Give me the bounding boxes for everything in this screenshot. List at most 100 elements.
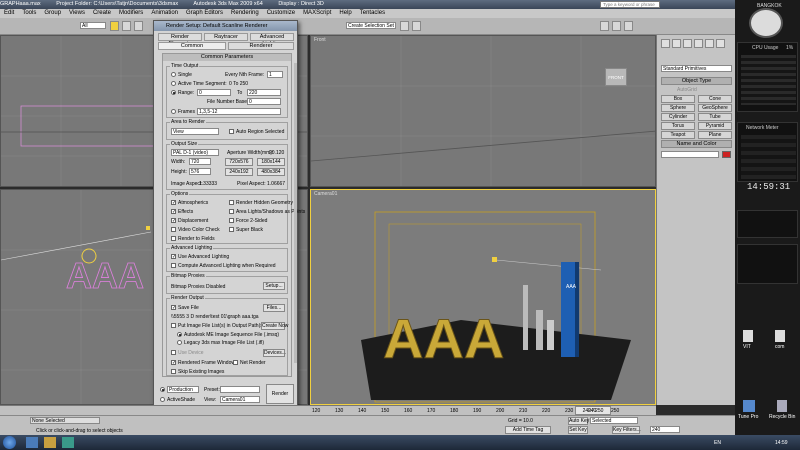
size-preset-480x384[interactable]: 480x384 bbox=[257, 168, 285, 176]
desktop-icon-com[interactable]: com bbox=[775, 344, 784, 350]
use-device-checkbox[interactable] bbox=[171, 350, 176, 355]
option-checkbox-effects[interactable]: ✓ bbox=[171, 209, 176, 215]
size-preset-180x144[interactable]: 180x144 bbox=[257, 158, 285, 166]
key-mode-dropdown[interactable]: Selected bbox=[590, 417, 638, 424]
option-checkbox-atmospherics[interactable]: ✓ bbox=[171, 200, 176, 206]
motion-tab-icon[interactable] bbox=[694, 39, 703, 48]
height-field[interactable]: 576 bbox=[189, 168, 211, 175]
menu-create[interactable]: Create bbox=[93, 10, 111, 16]
common-parameters-header[interactable]: Common Parameters bbox=[163, 54, 291, 61]
menu-group[interactable]: Group bbox=[44, 10, 61, 16]
desktop-icon-recycle-bin[interactable]: Recycle Bin bbox=[769, 414, 795, 420]
rendered-frame-window-checkbox[interactable]: ✓ bbox=[171, 360, 176, 366]
utilities-tab-icon[interactable] bbox=[716, 39, 725, 48]
view-cube[interactable]: FRONT bbox=[605, 68, 627, 86]
timeline[interactable]: 240 / 250 120 130 140 150 160 170 180 190 200 210… bbox=[0, 405, 656, 415]
display-tab-icon[interactable] bbox=[705, 39, 714, 48]
primitive-pyramid-button[interactable]: Pyramid bbox=[698, 122, 732, 130]
primitive-teapot-button[interactable]: Teapot bbox=[661, 131, 695, 139]
option-checkbox-render-hidden-geometry[interactable] bbox=[229, 200, 234, 205]
search-input[interactable]: Type a keyword or phrase bbox=[600, 1, 660, 8]
language-indicator[interactable]: EN bbox=[714, 440, 721, 446]
menu-rendering[interactable]: Rendering bbox=[231, 10, 259, 16]
desktop-icon-tune-pro[interactable]: Tune Pro bbox=[738, 414, 758, 420]
name-and-color-rollout[interactable]: Name and Color bbox=[661, 140, 732, 148]
menu-tentacles[interactable]: Tentacles bbox=[360, 10, 385, 16]
size-preset-240x192[interactable]: 240x192 bbox=[225, 168, 253, 176]
production-radio[interactable] bbox=[160, 387, 165, 392]
view-dropdown[interactable]: Camera01 bbox=[220, 396, 260, 403]
add-time-tag-button[interactable]: Add Time Tag bbox=[505, 426, 551, 434]
single-radio[interactable] bbox=[171, 72, 176, 77]
primitive-box-button[interactable]: Box bbox=[661, 95, 695, 103]
select-by-name-tool[interactable] bbox=[122, 21, 131, 31]
tab-render-elements[interactable]: Render Elements bbox=[158, 33, 202, 47]
tune-pro-icon[interactable] bbox=[743, 400, 755, 412]
viewport-camera[interactable]: Camera01 AAA AAA bbox=[310, 189, 656, 405]
menu-help[interactable]: Help bbox=[339, 10, 351, 16]
select-object-tool[interactable] bbox=[110, 21, 119, 31]
tab-advanced-lighting[interactable]: Advanced Lighting bbox=[250, 33, 294, 47]
menu-tools[interactable]: Tools bbox=[22, 10, 36, 16]
primitive-torus-button[interactable]: Torus bbox=[661, 122, 695, 130]
menu-customize[interactable]: Customize bbox=[267, 10, 295, 16]
primitive-sphere-button[interactable]: Sphere bbox=[661, 104, 695, 112]
skip-existing-checkbox[interactable] bbox=[171, 369, 176, 374]
taskbar-folder-icon[interactable] bbox=[44, 437, 56, 448]
files-button[interactable]: Files... bbox=[263, 304, 285, 312]
option-checkbox-area-lights-shadows-as-points[interactable] bbox=[229, 209, 234, 214]
current-frame-field[interactable]: 240 bbox=[650, 426, 680, 433]
object-color-swatch[interactable] bbox=[722, 151, 731, 158]
primitive-type-dropdown[interactable]: Standard Primitives bbox=[661, 65, 732, 72]
menu-animation[interactable]: Animation bbox=[151, 10, 178, 16]
dialog-scrollbar[interactable] bbox=[294, 63, 297, 363]
menu-maxscript[interactable]: MAXScript bbox=[303, 10, 331, 16]
set-key-button[interactable]: Set Key bbox=[568, 426, 588, 434]
menu-graph-editors[interactable]: Graph Editors bbox=[186, 10, 223, 16]
menu-views[interactable]: Views bbox=[69, 10, 85, 16]
primitive-geosphere-button[interactable]: GeoSphere bbox=[698, 104, 732, 112]
activeshade-radio[interactable] bbox=[160, 397, 165, 402]
bitmap-proxies-setup-button[interactable]: Setup... bbox=[263, 282, 285, 290]
tab-raytracer[interactable]: Raytracer bbox=[204, 33, 248, 41]
render-frame-tool[interactable] bbox=[612, 21, 621, 31]
area-to-render-dropdown[interactable]: View bbox=[171, 128, 219, 135]
named-selection-dropdown[interactable]: Create Selection Set bbox=[346, 22, 396, 29]
size-preset-720x576[interactable]: 720x576 bbox=[225, 158, 253, 166]
file-icon[interactable] bbox=[743, 330, 753, 342]
width-field[interactable]: 720 bbox=[189, 158, 211, 165]
auto-key-button[interactable]: Auto Key bbox=[568, 417, 589, 425]
option-checkbox-super-black[interactable] bbox=[229, 227, 234, 232]
compute-advanced-lighting-checkbox[interactable] bbox=[171, 263, 176, 268]
tab-renderer[interactable]: Renderer bbox=[228, 42, 294, 50]
every-nth-field[interactable]: 1 bbox=[267, 71, 283, 78]
align-tool[interactable] bbox=[412, 21, 421, 31]
range-from-field[interactable]: 0 bbox=[197, 89, 231, 96]
menu-edit[interactable]: Edit bbox=[4, 10, 14, 16]
range-radio[interactable] bbox=[171, 90, 176, 95]
selection-filter-dropdown[interactable]: All bbox=[80, 22, 106, 29]
primitive-cylinder-button[interactable]: Cylinder bbox=[661, 113, 695, 121]
primitive-tube-button[interactable]: Tube bbox=[698, 113, 732, 121]
start-button[interactable] bbox=[3, 436, 16, 449]
taskbar-ie-icon[interactable] bbox=[26, 437, 38, 448]
hierarchy-tab-icon[interactable] bbox=[683, 39, 692, 48]
use-advanced-lighting-checkbox[interactable]: ✓ bbox=[171, 254, 176, 260]
viewport-front[interactable]: Front FRONT bbox=[310, 35, 656, 187]
range-to-field[interactable]: 220 bbox=[247, 89, 281, 96]
option-checkbox-video-color-check[interactable] bbox=[171, 227, 176, 232]
tab-common[interactable]: Common bbox=[158, 42, 226, 50]
desktop-icon-vit[interactable]: VIT bbox=[743, 344, 751, 350]
autogrid-label[interactable]: AutoGrid bbox=[677, 87, 697, 93]
frames-field[interactable]: 1,3,5-12 bbox=[197, 108, 281, 115]
primitive-plane-button[interactable]: Plane bbox=[698, 131, 732, 139]
active-segment-radio[interactable] bbox=[171, 81, 176, 86]
quick-render-tool[interactable] bbox=[624, 21, 633, 31]
modify-tab-icon[interactable] bbox=[672, 39, 681, 48]
aperture-value[interactable]: 20.120 bbox=[269, 150, 284, 156]
taskbar-clock[interactable]: 14:59 bbox=[775, 440, 788, 446]
object-name-field[interactable] bbox=[661, 151, 719, 158]
auto-region-checkbox[interactable] bbox=[229, 129, 234, 134]
put-image-file-list-checkbox[interactable] bbox=[171, 323, 176, 328]
save-file-checkbox[interactable]: ✓ bbox=[171, 305, 176, 311]
